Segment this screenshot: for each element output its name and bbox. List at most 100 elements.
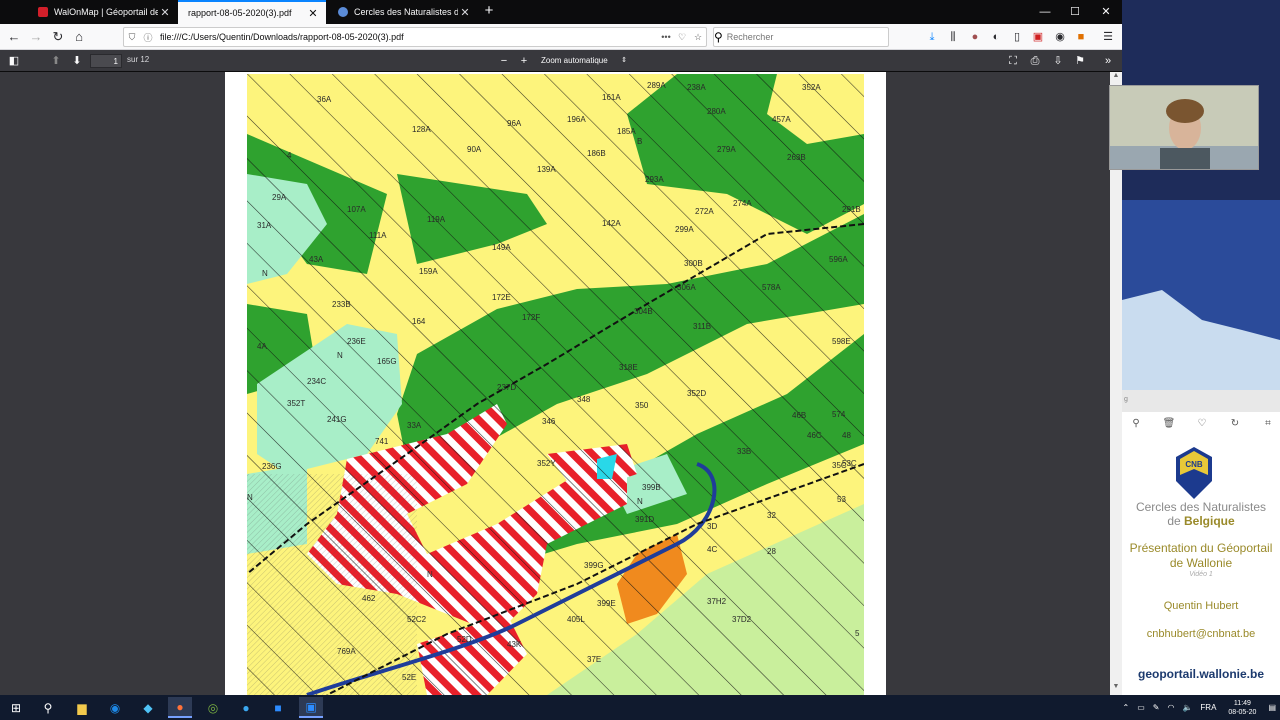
parcel-label: 352Y bbox=[537, 459, 556, 468]
parcel-label: 237D bbox=[497, 383, 516, 392]
extension-icon[interactable]: ▣ bbox=[1030, 29, 1046, 45]
parcel-label: 769A bbox=[337, 647, 356, 656]
clock[interactable]: 11:49 08-05-20 bbox=[1228, 699, 1256, 717]
scroll-up-icon[interactable]: ▲ bbox=[1110, 72, 1122, 84]
parcel-label: B bbox=[637, 137, 642, 146]
zoom-out-icon[interactable]: − bbox=[496, 53, 512, 69]
qgis-icon[interactable]: ◎ bbox=[201, 697, 225, 718]
crop-icon[interactable]: ⌗ bbox=[1260, 418, 1276, 434]
volume-icon[interactable]: 🔈 bbox=[1182, 703, 1192, 712]
parcel-label: 52D bbox=[457, 635, 472, 644]
zoom-app-icon[interactable]: ■ bbox=[266, 697, 290, 718]
chat-icon[interactable]: ● bbox=[234, 697, 258, 718]
app-icon[interactable]: ◉ bbox=[103, 697, 127, 718]
maximize-window-icon[interactable]: ☐ bbox=[1060, 0, 1090, 24]
sidebar-toggle-icon[interactable]: ◧ bbox=[6, 53, 22, 69]
video-app-icon[interactable]: ▣ bbox=[299, 697, 323, 718]
extension-icon[interactable]: ◐ bbox=[988, 29, 1004, 45]
extension-icon[interactable]: ● bbox=[967, 29, 983, 45]
sidebar-icon[interactable]: ▯ bbox=[1009, 29, 1025, 45]
tab-cercles[interactable]: Cercles des Naturalistes de Be ✕ bbox=[328, 0, 478, 24]
chevron-updown-icon: ⇕ bbox=[621, 57, 627, 64]
file-explorer-icon[interactable]: ▆ bbox=[70, 697, 94, 718]
pocket-icon[interactable]: ♡ bbox=[674, 32, 690, 43]
firefox-icon[interactable]: ● bbox=[168, 697, 192, 718]
language-indicator[interactable]: FRA bbox=[1200, 703, 1216, 712]
tab-walonmap[interactable]: WalOnMap | Géoportail de la W ✕ bbox=[28, 0, 178, 24]
search-input[interactable] bbox=[726, 32, 877, 42]
close-tab-icon[interactable]: ✕ bbox=[458, 6, 472, 19]
library-icon[interactable]: ⫼ bbox=[945, 29, 961, 45]
presentation-title: Présentation du Géoportail de Wallonie bbox=[1129, 541, 1273, 570]
back-arrow-icon[interactable]: ← bbox=[5, 28, 23, 46]
parcel-label: 293A bbox=[645, 175, 664, 184]
forward-arrow-icon[interactable]: → bbox=[27, 28, 45, 46]
parcel-label: 172E bbox=[492, 293, 511, 302]
close-window-icon[interactable]: ✕ bbox=[1091, 0, 1121, 24]
extension-icon[interactable]: ■ bbox=[1073, 29, 1089, 45]
pen-icon[interactable]: ✎ bbox=[1153, 703, 1160, 712]
parcel-label: N bbox=[637, 497, 643, 506]
search-bar[interactable]: ⚲ bbox=[713, 27, 889, 47]
windows-start-icon[interactable]: ⊞ bbox=[4, 697, 28, 718]
shield-icon[interactable]: ⛉ bbox=[124, 32, 140, 43]
presentation-mode-icon[interactable]: ⛶ bbox=[1005, 53, 1021, 69]
account-icon[interactable]: ◉ bbox=[1052, 29, 1068, 45]
parcel-label: 28 bbox=[767, 547, 776, 556]
zoom-select[interactable]: Zoom automatique ⇕ bbox=[537, 54, 629, 68]
home-icon[interactable]: ⌂ bbox=[70, 28, 88, 46]
parcel-label: 311B bbox=[693, 322, 711, 331]
zoning-map[interactable]: 36A 128A 96A 161A 238A 289A 280A 352A 457A 196A 18… bbox=[247, 74, 864, 695]
parcel-label: 142A bbox=[602, 219, 621, 228]
save-icon[interactable]: ⇩ bbox=[1050, 53, 1066, 69]
network-icon[interactable]: ◠ bbox=[1167, 703, 1174, 712]
parcel-label: 274A bbox=[733, 199, 752, 208]
parcel-label: 399E bbox=[597, 599, 616, 608]
parcel-label: 37D2 bbox=[732, 615, 752, 624]
pdf-page[interactable]: 36A 128A 96A 161A 238A 289A 280A 352A 457A 196A 18… bbox=[225, 72, 886, 695]
search-icon[interactable]: ⚲ bbox=[36, 697, 60, 718]
close-tab-icon[interactable]: ✕ bbox=[306, 7, 320, 20]
parcel-label: 5 bbox=[855, 629, 860, 638]
app-icon[interactable]: ◆ bbox=[136, 697, 160, 718]
scroll-down-icon[interactable]: ▼ bbox=[1110, 683, 1122, 695]
parcel-label: 33B bbox=[737, 447, 751, 456]
previous-page-icon[interactable]: ⬆ bbox=[48, 53, 64, 69]
trash-icon[interactable]: 🗑 bbox=[1161, 418, 1177, 434]
url-text[interactable]: file:///C:/Users/Quentin/Downloads/rappo… bbox=[160, 32, 658, 42]
parcel-label: 159A bbox=[419, 267, 438, 276]
website-link[interactable]: geoportail.wallonie.be bbox=[1122, 667, 1280, 681]
download-icon[interactable]: ⤓ bbox=[924, 29, 940, 45]
parcel-label: 300B bbox=[684, 259, 703, 268]
print-icon[interactable]: ⎙ bbox=[1027, 53, 1043, 69]
bookmark-star-icon[interactable]: ☆ bbox=[690, 32, 706, 43]
info-icon[interactable]: ⓘ bbox=[140, 31, 156, 44]
pdf-viewer[interactable]: 36A 128A 96A 161A 238A 289A 280A 352A 457A 196A 18… bbox=[0, 72, 1110, 695]
battery-icon[interactable]: ▭ bbox=[1137, 703, 1145, 712]
org-name-line2: de bbox=[1167, 514, 1184, 528]
parcel-label: 457A bbox=[772, 115, 791, 124]
presentation-slide: g ⚲ 🗑 ♡ ↻ ⌗ CNB Cercles des Naturalistes… bbox=[1122, 390, 1280, 695]
zoom-in-icon[interactable]: + bbox=[516, 53, 532, 69]
tab-rapport-pdf[interactable]: rapport-08-05-2020(3).pdf ✕ bbox=[178, 0, 326, 24]
menu-hamburger-icon[interactable]: ☰ bbox=[1100, 29, 1116, 45]
rotate-icon[interactable]: ↻ bbox=[1227, 418, 1243, 434]
parcel-label: 280A bbox=[707, 107, 726, 116]
tab-title: rapport-08-05-2020(3).pdf bbox=[188, 8, 292, 18]
page-number-input[interactable] bbox=[90, 54, 122, 68]
page-count: sur 12 bbox=[127, 55, 150, 64]
next-page-icon[interactable]: ⬇ bbox=[69, 53, 85, 69]
close-tab-icon[interactable]: ✕ bbox=[158, 6, 172, 19]
page-actions-icon[interactable]: ••• bbox=[658, 32, 674, 42]
parcel-label: N bbox=[337, 351, 343, 360]
minimize-window-icon[interactable]: — bbox=[1030, 0, 1060, 24]
url-bar[interactable]: ⛉ ⓘ file:///C:/Users/Quentin/Downloads/r… bbox=[123, 27, 707, 47]
notification-icon[interactable]: ▤ bbox=[1268, 703, 1276, 712]
tools-icon[interactable]: » bbox=[1100, 53, 1116, 69]
reload-icon[interactable]: ↻ bbox=[49, 28, 67, 46]
new-tab-button[interactable]: + bbox=[480, 2, 498, 22]
chevron-up-icon[interactable]: ⌃ bbox=[1122, 703, 1129, 712]
heart-icon[interactable]: ♡ bbox=[1194, 418, 1210, 434]
zoom-icon[interactable]: ⚲ bbox=[1128, 418, 1144, 434]
bookmark-icon[interactable]: ⚑ bbox=[1072, 53, 1088, 69]
